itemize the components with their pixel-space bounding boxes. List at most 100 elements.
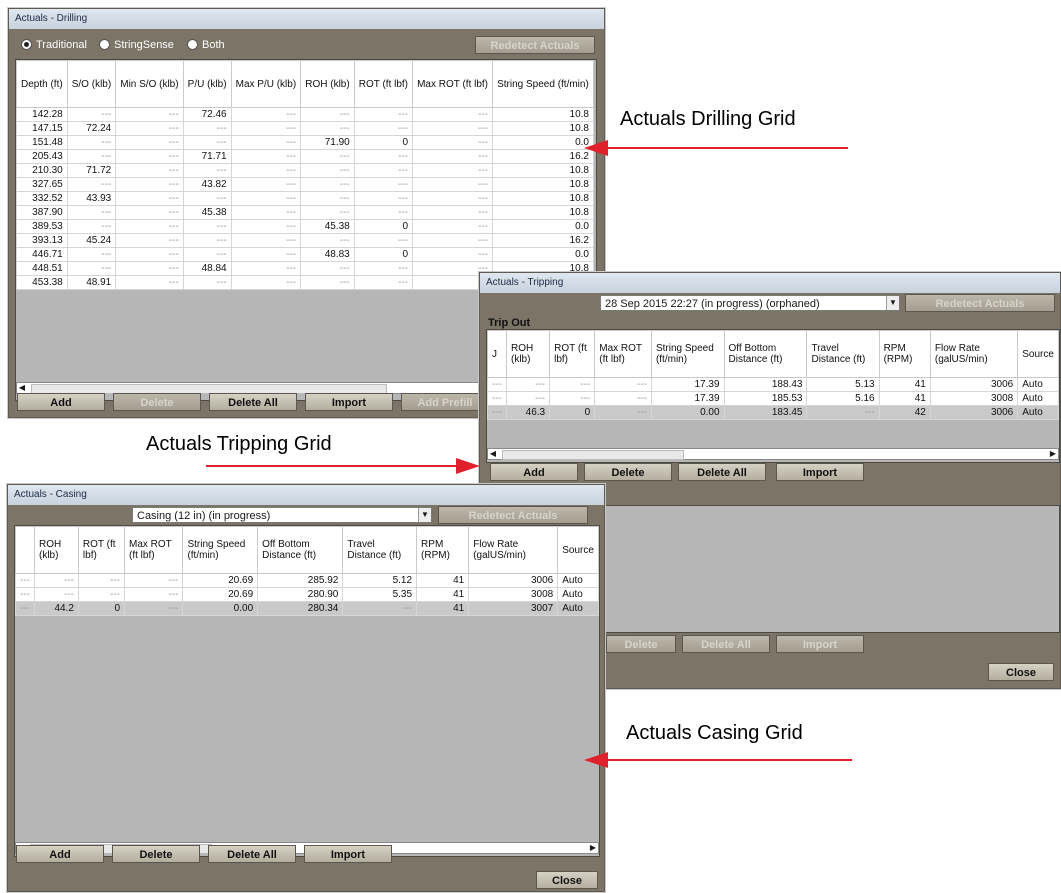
- table-cell[interactable]: 72.46: [182, 107, 232, 122]
- table-cell[interactable]: ---: [15, 573, 35, 588]
- table-cell[interactable]: ---: [115, 261, 184, 276]
- table-cell[interactable]: 71.90: [300, 135, 355, 150]
- table-cell[interactable]: 46.3: [505, 405, 551, 420]
- table-cell[interactable]: 42: [878, 405, 931, 420]
- drilling-delete-all-button[interactable]: Delete All: [209, 393, 297, 411]
- column-header[interactable]: Max P/U (klb): [230, 60, 302, 108]
- table-cell[interactable]: 0: [353, 135, 414, 150]
- table-cell[interactable]: ---: [412, 121, 494, 136]
- table-cell[interactable]: 0.0: [492, 219, 594, 234]
- table-cell[interactable]: 332.52: [16, 191, 68, 206]
- column-header[interactable]: Travel Distance (ft): [342, 526, 418, 574]
- table-cell[interactable]: 72.24: [66, 121, 117, 136]
- table-cell[interactable]: ---: [230, 219, 302, 234]
- table-cell[interactable]: 17.39: [650, 377, 725, 392]
- table-cell[interactable]: ---: [123, 573, 184, 588]
- table-cell[interactable]: ---: [115, 135, 184, 150]
- table-cell[interactable]: ---: [353, 275, 414, 290]
- table-row[interactable]: 151.48 --- --- --- --- 71.90 0 --- 0.0: [16, 135, 594, 150]
- table-cell[interactable]: ---: [594, 391, 652, 406]
- column-header[interactable]: Depth (ft): [16, 60, 68, 108]
- table-cell[interactable]: 45.38: [300, 219, 355, 234]
- table-cell[interactable]: 327.65: [16, 177, 68, 192]
- tripping-hscroll[interactable]: ◀ ▶: [487, 448, 1059, 460]
- table-cell[interactable]: 16.2: [492, 233, 594, 248]
- column-header[interactable]: J: [487, 330, 507, 378]
- table-cell[interactable]: ---: [34, 573, 79, 588]
- casing-close-button[interactable]: Close: [536, 871, 598, 889]
- table-cell[interactable]: ---: [412, 219, 494, 234]
- table-cell[interactable]: ---: [412, 191, 494, 206]
- table-cell[interactable]: 10.8: [492, 121, 594, 136]
- table-cell[interactable]: 3006: [929, 405, 1019, 420]
- table-cell[interactable]: ---: [115, 191, 184, 206]
- casing-add-button[interactable]: Add: [16, 845, 104, 863]
- table-cell[interactable]: 45.24: [66, 233, 117, 248]
- table-cell[interactable]: ---: [66, 219, 117, 234]
- scroll-thumb[interactable]: [502, 450, 684, 460]
- table-cell[interactable]: ---: [230, 177, 302, 192]
- column-header[interactable]: Flow Rate (galUS/min): [468, 526, 559, 574]
- table-cell[interactable]: ---: [487, 391, 507, 406]
- table-cell[interactable]: ---: [15, 601, 35, 616]
- table-cell[interactable]: 5.13: [806, 377, 880, 392]
- table-cell[interactable]: 188.43: [723, 377, 808, 392]
- table-row[interactable]: 332.52 43.93 --- --- --- --- --- --- 10.8: [16, 191, 594, 206]
- table-cell[interactable]: ---: [300, 149, 355, 164]
- table-cell[interactable]: ---: [353, 261, 414, 276]
- scroll-right-icon[interactable]: ▶: [1048, 449, 1058, 459]
- column-header[interactable]: Source: [1017, 330, 1059, 378]
- casing-delete-button[interactable]: Delete: [112, 845, 200, 863]
- casing-redetect-button[interactable]: Redetect Actuals: [438, 506, 588, 524]
- table-row[interactable]: 147.15 72.24 --- --- --- --- --- --- 10.8: [16, 121, 594, 136]
- table-cell[interactable]: ---: [594, 405, 652, 420]
- table-cell[interactable]: 71.72: [66, 163, 117, 178]
- table-cell[interactable]: ---: [66, 247, 117, 262]
- dropdown-arrow-icon[interactable]: ▼: [886, 296, 899, 310]
- table-cell[interactable]: ---: [300, 107, 355, 122]
- table-cell[interactable]: ---: [300, 275, 355, 290]
- drilling-add-button[interactable]: Add: [17, 393, 105, 411]
- table-cell[interactable]: 10.8: [492, 177, 594, 192]
- table-cell[interactable]: ---: [353, 205, 414, 220]
- table-cell[interactable]: ---: [487, 377, 507, 392]
- column-header[interactable]: [15, 526, 35, 574]
- table-cell[interactable]: ---: [505, 377, 551, 392]
- table-cell[interactable]: ---: [123, 601, 184, 616]
- table-cell[interactable]: 446.71: [16, 247, 68, 262]
- column-header[interactable]: ROH (klb): [505, 330, 551, 378]
- table-cell[interactable]: ---: [412, 163, 494, 178]
- table-cell[interactable]: ---: [412, 233, 494, 248]
- table-row[interactable]: 205.43 --- --- 71.71 --- --- --- --- 16.2: [16, 149, 594, 164]
- table-cell[interactable]: 20.69: [182, 587, 259, 602]
- casing-delete-all-button[interactable]: Delete All: [208, 845, 296, 863]
- table-cell[interactable]: ---: [115, 233, 184, 248]
- table-cell[interactable]: ---: [230, 191, 302, 206]
- table-cell[interactable]: ---: [300, 233, 355, 248]
- table-cell[interactable]: ---: [182, 219, 232, 234]
- table-cell[interactable]: 389.53: [16, 219, 68, 234]
- table-cell[interactable]: ---: [412, 177, 494, 192]
- table-cell[interactable]: ---: [15, 587, 35, 602]
- table-cell[interactable]: ---: [412, 135, 494, 150]
- column-header[interactable]: ROT (ft lbf): [353, 60, 414, 108]
- table-cell[interactable]: ---: [594, 377, 652, 392]
- table-cell[interactable]: 448.51: [16, 261, 68, 276]
- radio-stringsense[interactable]: StringSense: [99, 38, 174, 51]
- table-cell[interactable]: ---: [300, 163, 355, 178]
- table-cell[interactable]: ---: [77, 587, 126, 602]
- table-cell[interactable]: 48.84: [182, 261, 232, 276]
- table-cell[interactable]: ---: [353, 107, 414, 122]
- table-row[interactable]: --- --- --- --- 17.39 185.53 5.16 41 3008 Auto: [487, 391, 1059, 406]
- column-header[interactable]: Off Bottom Distance (ft): [257, 526, 344, 574]
- table-cell[interactable]: ---: [549, 391, 596, 406]
- scroll-right-icon[interactable]: ▶: [588, 843, 598, 853]
- table-cell[interactable]: 45.38: [182, 205, 232, 220]
- table-cell[interactable]: ---: [77, 573, 126, 588]
- table-cell[interactable]: 0: [353, 247, 414, 262]
- table-cell[interactable]: 10.8: [492, 163, 594, 178]
- table-cell[interactable]: ---: [115, 177, 184, 192]
- table-cell[interactable]: 3008: [468, 587, 559, 602]
- table-cell[interactable]: ---: [230, 149, 302, 164]
- table-row[interactable]: 389.53 --- --- --- --- 45.38 0 --- 0.0: [16, 219, 594, 234]
